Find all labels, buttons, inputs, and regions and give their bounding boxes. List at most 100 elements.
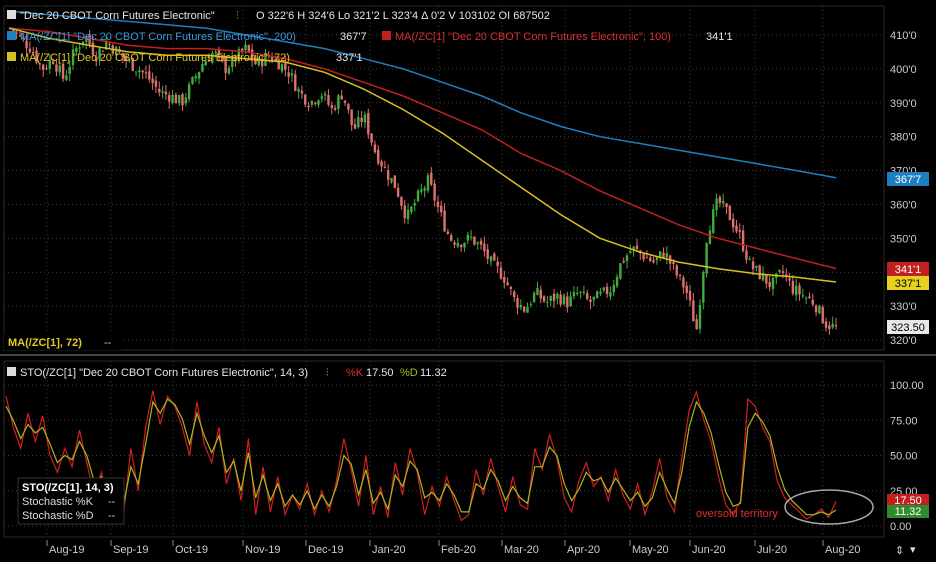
candle-body <box>406 209 410 220</box>
price-tick-label: 350'0 <box>890 233 917 245</box>
candle-body <box>473 236 476 245</box>
candle-body <box>579 291 582 293</box>
price-tick-label: 390'0 <box>890 98 917 110</box>
ma72-label: MA(/ZC[1] "Dec 20 CBOT Corn Futures Elec… <box>20 52 290 64</box>
candle-body <box>758 265 761 280</box>
d-badge-text: 11.32 <box>895 506 922 518</box>
candle-body <box>662 252 665 258</box>
time-tick-label: Apr-20 <box>567 544 600 556</box>
candle-body <box>456 243 460 247</box>
candle-body <box>380 161 383 167</box>
candle-body <box>78 47 81 49</box>
candle-body <box>194 76 197 79</box>
bar-chart-icon[interactable]: ⫶ <box>236 10 239 22</box>
candle-body <box>592 296 596 300</box>
candle-body <box>725 203 728 208</box>
candle-body <box>201 64 204 72</box>
candle-body <box>705 243 708 274</box>
candle-body <box>426 175 430 191</box>
candle-body <box>191 76 194 84</box>
ma-study-value: -- <box>104 337 112 349</box>
candle-body <box>572 292 576 297</box>
candle-body <box>642 254 645 260</box>
candle-body <box>493 253 496 261</box>
futures-chart[interactable]: 320'0330'0340'0350'0360'0370'0380'0390'0… <box>0 0 936 562</box>
candle-body <box>430 172 433 185</box>
sto-tick-label: 100.00 <box>890 380 924 392</box>
candle-body <box>765 274 768 284</box>
candle-body <box>459 244 463 248</box>
candle-body <box>635 245 639 250</box>
candle-body <box>483 243 486 252</box>
sto-k-label: %K <box>346 367 364 379</box>
zoom-icon[interactable]: ⇕ <box>895 545 904 557</box>
candle-body <box>347 103 350 110</box>
sto-tick-label: 50.00 <box>890 451 918 463</box>
candle-body <box>519 304 523 308</box>
candle-body <box>164 91 168 95</box>
candle-body <box>748 258 751 260</box>
ma100-badge-text: 341'1 <box>895 264 922 276</box>
candle-body <box>317 100 320 105</box>
ma100-swatch[interactable] <box>382 31 391 40</box>
time-tick-label: Sep-19 <box>113 544 148 556</box>
ma200-swatch[interactable] <box>7 31 16 40</box>
candle-body <box>449 235 453 241</box>
candle-body <box>386 170 390 180</box>
candle-body <box>65 75 68 81</box>
candle-body <box>377 149 380 164</box>
candle-body <box>698 304 702 329</box>
ma72-swatch[interactable] <box>7 52 16 61</box>
candle-body <box>589 299 592 303</box>
candle-body <box>370 133 373 143</box>
candle-body <box>55 64 58 72</box>
price-tick-label: 410'0 <box>890 30 917 42</box>
candle-body <box>469 236 473 238</box>
candle-body <box>187 84 191 100</box>
candle-body <box>542 296 546 302</box>
candle-body <box>227 67 231 74</box>
price-tick-label: 400'0 <box>890 64 917 76</box>
candle-body <box>68 66 71 74</box>
candle-body <box>343 100 347 103</box>
candle-body <box>161 91 164 93</box>
candle-body <box>788 278 791 281</box>
symbol-checkbox-icon[interactable] <box>7 10 16 19</box>
candle-body <box>413 203 416 206</box>
candle-body <box>479 240 483 245</box>
candle-body <box>489 256 493 262</box>
sto-d-label: %D <box>400 367 418 379</box>
candle-body <box>605 286 609 295</box>
sto-study-title: STO(/ZC[1], 14, 3) <box>22 482 114 494</box>
candle-body <box>552 293 556 301</box>
candle-body <box>184 97 188 104</box>
candle-body <box>599 291 602 294</box>
candle-body <box>688 290 692 301</box>
candle-body <box>516 298 519 308</box>
candle-body <box>433 183 436 201</box>
candle-body <box>625 255 629 262</box>
time-tick-label: Dec-19 <box>308 544 343 556</box>
candle-body <box>824 321 828 328</box>
symbol-label: "Dec 20 CBOT Corn Futures Electronic" <box>20 10 215 22</box>
candle-body <box>357 117 360 128</box>
candle-body <box>360 117 363 123</box>
settings-dropdown-icon[interactable]: ▾ <box>910 544 916 556</box>
candle-body <box>675 265 678 276</box>
candle-body <box>778 270 781 273</box>
sto-bar-icon[interactable]: ⫶ <box>326 367 329 379</box>
candle-body <box>41 64 45 70</box>
candle-body <box>247 45 251 52</box>
candle-body <box>622 260 625 263</box>
candle-body <box>171 94 174 104</box>
candle-body <box>403 205 406 219</box>
candle-body <box>463 242 466 248</box>
candle-body <box>808 296 811 299</box>
candle-body <box>280 64 284 72</box>
candle-body <box>655 257 659 261</box>
sto-k-value: 17.50 <box>366 367 394 379</box>
candle-body <box>798 285 801 295</box>
candle-body <box>536 287 539 295</box>
sto-checkbox-icon[interactable] <box>7 367 16 376</box>
candle-body <box>728 205 732 221</box>
